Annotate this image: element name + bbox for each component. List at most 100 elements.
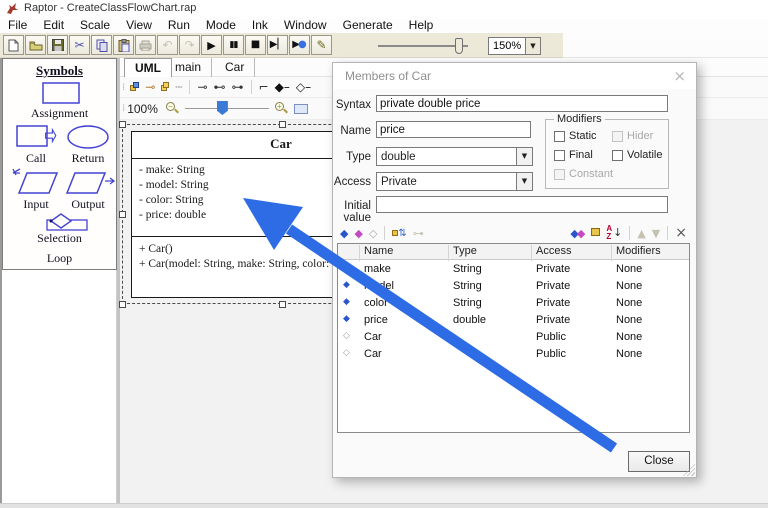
menu-help[interactable]: Help (401, 17, 442, 33)
dialog-titlebar[interactable]: Members of Car × (333, 63, 696, 89)
symbols-panel-title: Symbols (36, 63, 83, 78)
stop-icon: ■ (250, 39, 261, 50)
dialog-close-icon[interactable]: × (673, 67, 686, 85)
type-combo[interactable]: double ▼ (376, 147, 533, 166)
duplicate-tool[interactable] (161, 81, 170, 93)
open-file-button[interactable] (25, 35, 46, 55)
close-button[interactable]: Close (628, 451, 690, 472)
table-row[interactable]: ◇ Car Public None (338, 346, 689, 363)
sort-az-icon[interactable]: A Z ↓ (606, 225, 622, 241)
new-class-tool[interactable] (130, 81, 140, 93)
window-titlebar: Raptor - CreateClassFlowChart.rap (0, 0, 768, 17)
members-toolbar: ◆ ◆ ◇ ⇅ ⊶ ◆◆ A Z ↓ ▲ ▼ × (337, 223, 690, 243)
menu-generate[interactable]: Generate (335, 17, 401, 33)
input-shape-icon[interactable] (11, 167, 63, 197)
table-row[interactable]: ◆ make String Private None (338, 261, 689, 278)
symbol-call-label: Call (26, 151, 46, 165)
table-row[interactable]: ◆ color String Private None (338, 295, 689, 312)
redo-button[interactable]: ↷ (179, 35, 200, 55)
selection-shape-icon[interactable] (33, 212, 89, 232)
save-button[interactable] (47, 35, 68, 55)
menu-edit[interactable]: Edit (35, 17, 72, 33)
menu-window[interactable]: Window (276, 17, 335, 33)
association-tool[interactable]: ⊸ (145, 81, 155, 93)
name-input[interactable] (376, 121, 531, 138)
class-icon-blue (133, 82, 140, 88)
run-to-breakpoint-button[interactable]: ▶ ● (289, 35, 310, 55)
step-button[interactable]: ▶▏ (267, 35, 288, 55)
final-checkbox[interactable]: Final (554, 149, 593, 161)
selection-handle[interactable] (119, 211, 126, 218)
syntax-input[interactable] (376, 95, 668, 112)
assignment-shape-icon[interactable] (41, 81, 81, 105)
return-shape-icon[interactable] (65, 124, 111, 150)
col-type[interactable]: Type (453, 245, 477, 257)
navigable-association-tool[interactable]: ⊸ (197, 81, 207, 93)
new-file-button[interactable] (3, 35, 24, 55)
ink-pen-button[interactable]: ✎ (311, 35, 332, 55)
access-dropdown-icon[interactable]: ▼ (516, 173, 532, 190)
zoom-out-button[interactable]: − (165, 102, 179, 115)
aggregation-tool[interactable]: ◇– (296, 81, 311, 93)
pause-icon: ▮▮ (229, 39, 239, 50)
call-shape-icon[interactable] (15, 122, 59, 150)
menu-run[interactable]: Run (160, 17, 198, 33)
col-modifiers[interactable]: Modifiers (616, 245, 661, 257)
diagram-zoom-slider[interactable] (184, 101, 269, 115)
members-table[interactable]: Name Type Access Modifiers ◆ make String Pr… (337, 243, 690, 433)
dashed-link-tool[interactable]: ┄ (175, 81, 182, 93)
show-table-icon[interactable] (591, 227, 601, 239)
menu-file[interactable]: File (0, 17, 35, 33)
delete-member-icon[interactable]: × (675, 226, 687, 240)
name-label: Name (340, 125, 371, 137)
static-checkbox[interactable]: Static (554, 130, 597, 142)
pause-button[interactable]: ▮▮ (223, 35, 244, 55)
show-fields-icon[interactable]: ◆◆ (570, 228, 585, 239)
type-dropdown-icon[interactable]: ▼ (516, 148, 532, 165)
output-shape-icon[interactable] (65, 167, 117, 197)
menu-mode[interactable]: Mode (198, 17, 244, 33)
members-table-header[interactable]: Name Type Access Modifiers (338, 244, 689, 261)
elbow-connector-tool[interactable]: ⌐ (259, 81, 269, 93)
print-button[interactable] (135, 35, 156, 55)
col-access[interactable]: Access (536, 245, 571, 257)
stop-button[interactable]: ■ (245, 35, 266, 55)
selection-handle[interactable] (279, 301, 286, 308)
run-button[interactable]: ▶ (201, 35, 222, 55)
dependency-tool[interactable]: ⊷ (214, 81, 226, 93)
table-row[interactable]: ◆ model String Private None (338, 278, 689, 295)
tab-car[interactable]: Car (215, 58, 256, 77)
realization-tool[interactable]: ⊶ (232, 81, 244, 93)
add-property-icon[interactable]: ◆ (354, 228, 362, 239)
app-logo-icon (7, 3, 18, 14)
fit-to-window-icon[interactable] (293, 103, 308, 114)
volatile-checkbox[interactable]: Volatile (612, 149, 662, 161)
table-row[interactable]: ◇ Car Public None (338, 329, 689, 346)
diagram-zoom-thumb[interactable] (216, 101, 228, 115)
tab-main[interactable]: main (165, 58, 213, 77)
menu-scale[interactable]: Scale (72, 17, 118, 33)
selection-handle[interactable] (119, 121, 126, 128)
add-field-icon[interactable]: ◆ (340, 228, 348, 239)
paste-button[interactable] (113, 35, 134, 55)
initial-value-input[interactable] (376, 196, 668, 213)
type-value: double (381, 151, 416, 163)
cut-button[interactable]: ✂ (69, 35, 90, 55)
window-bottom-edge (0, 503, 768, 508)
access-combo[interactable]: Private ▼ (376, 172, 533, 191)
add-method-icon[interactable]: ◇ (369, 228, 377, 239)
copy-button[interactable] (91, 35, 112, 55)
menu-ink[interactable]: Ink (244, 17, 276, 33)
selection-handle[interactable] (119, 301, 126, 308)
window-zoom-combo[interactable]: 150% ▼ (488, 37, 541, 55)
zoom-combo-dropdown-icon[interactable]: ▼ (525, 38, 540, 54)
composition-tool[interactable]: ◆– (275, 81, 290, 93)
selection-handle[interactable] (279, 121, 286, 128)
col-name[interactable]: Name (364, 245, 393, 257)
table-row[interactable]: ◆ price double Private None (338, 312, 689, 329)
undo-button[interactable]: ↶ (157, 35, 178, 55)
menu-view[interactable]: View (118, 17, 160, 33)
add-class-member-icon[interactable]: ⇅ (392, 228, 407, 239)
speed-slider-thumb[interactable] (455, 38, 463, 54)
zoom-in-button[interactable]: + (274, 102, 288, 115)
